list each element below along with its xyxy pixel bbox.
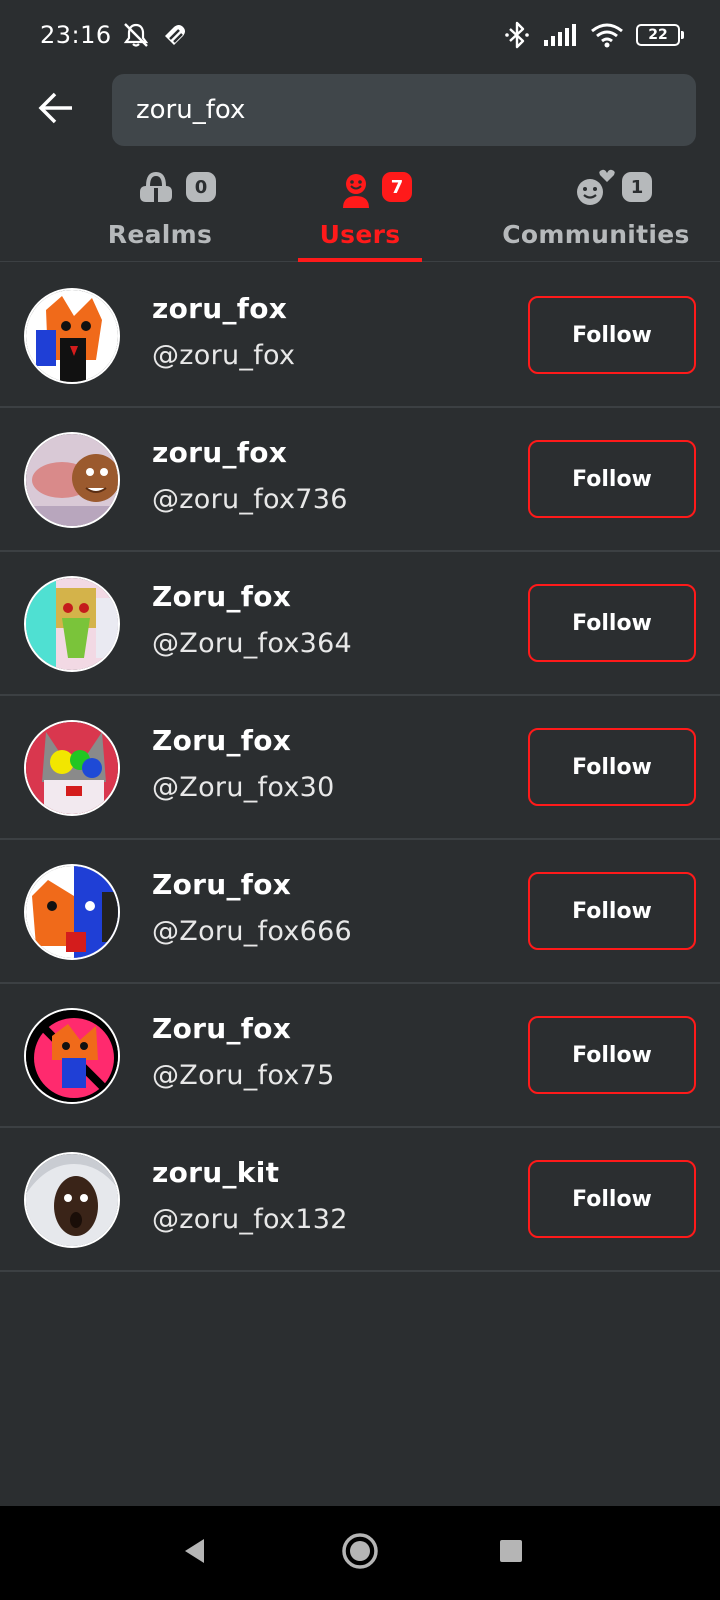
follow-button[interactable]: Follow bbox=[528, 440, 696, 518]
tab-users-label: Users bbox=[319, 220, 401, 249]
user-display-name: Zoru_fox bbox=[152, 724, 292, 757]
follow-button[interactable]: Follow bbox=[528, 1160, 696, 1238]
user-display-name: Zoru_fox bbox=[152, 580, 292, 613]
bluetooth-icon bbox=[504, 20, 530, 50]
user-handle: @Zoru_fox666 bbox=[152, 916, 353, 947]
avatar[interactable] bbox=[24, 432, 120, 528]
search-input[interactable]: zoru_fox bbox=[112, 74, 696, 146]
follow-button[interactable]: Follow bbox=[528, 296, 696, 374]
tab-realms-count: 0 bbox=[186, 172, 216, 202]
list-item[interactable]: zoru_fox @zoru_fox736 Follow bbox=[0, 408, 720, 552]
search-header: zoru_fox bbox=[0, 72, 720, 148]
user-handle: @zoru_fox bbox=[152, 340, 296, 371]
list-item[interactable]: zoru_kit @zoru_fox132 Follow bbox=[0, 1128, 720, 1272]
tab-realms-label: Realms bbox=[107, 220, 213, 249]
realm-bag-icon bbox=[136, 170, 176, 214]
status-bar: 23:16 22 bbox=[0, 0, 720, 70]
back-triangle-icon bbox=[180, 1536, 210, 1570]
community-icon bbox=[574, 168, 618, 212]
user-display-name: zoru_kit bbox=[152, 1156, 280, 1189]
avatar[interactable] bbox=[24, 864, 120, 960]
back-button[interactable] bbox=[0, 72, 112, 148]
nav-back-button[interactable] bbox=[170, 1528, 220, 1578]
status-time: 23:16 bbox=[40, 21, 112, 49]
avatar[interactable] bbox=[24, 1008, 120, 1104]
user-display-name: Zoru_fox bbox=[152, 868, 292, 901]
list-item[interactable]: Zoru_fox @Zoru_fox666 Follow bbox=[0, 840, 720, 984]
user-handle: @zoru_fox736 bbox=[152, 484, 348, 515]
avatar[interactable] bbox=[24, 1152, 120, 1248]
user-handle: @Zoru_fox364 bbox=[152, 628, 353, 659]
mute-icon bbox=[122, 21, 150, 49]
user-display-name: zoru_fox bbox=[152, 292, 288, 325]
tab-users[interactable]: 7 Users bbox=[298, 166, 422, 262]
follow-button[interactable]: Follow bbox=[528, 728, 696, 806]
tab-realms[interactable]: 0 Realms bbox=[98, 166, 222, 262]
system-nav-bar bbox=[0, 1506, 720, 1600]
list-item[interactable]: Zoru_fox @Zoru_fox364 Follow bbox=[0, 552, 720, 696]
nav-recents-button[interactable] bbox=[486, 1528, 536, 1578]
home-circle-icon bbox=[340, 1531, 380, 1575]
user-handle: @Zoru_fox75 bbox=[152, 1060, 335, 1091]
nav-home-button[interactable] bbox=[335, 1528, 385, 1578]
user-icon bbox=[340, 172, 372, 212]
user-handle: @Zoru_fox30 bbox=[152, 772, 335, 803]
list-item[interactable]: zoru_fox @zoru_fox Follow bbox=[0, 264, 720, 408]
tab-communities-label: Communities bbox=[502, 220, 690, 249]
arrow-left-icon bbox=[38, 92, 74, 128]
follow-button[interactable]: Follow bbox=[528, 872, 696, 950]
list-item[interactable]: Zoru_fox @Zoru_fox30 Follow bbox=[0, 696, 720, 840]
follow-button[interactable]: Follow bbox=[528, 584, 696, 662]
tab-communities-count: 1 bbox=[622, 172, 652, 202]
user-results-list: zoru_fox @zoru_fox Follow zoru_fox @zoru… bbox=[0, 264, 720, 1272]
user-handle: @zoru_fox132 bbox=[152, 1204, 348, 1235]
tab-users-count: 7 bbox=[382, 172, 412, 202]
search-tabs: 0 Realms 7 Users 1 Communities bbox=[0, 166, 720, 262]
tab-communities[interactable]: 1 Communities bbox=[502, 166, 689, 262]
battery-icon: 22 bbox=[636, 24, 684, 46]
user-display-name: Zoru_fox bbox=[152, 1012, 292, 1045]
recents-square-icon bbox=[497, 1537, 525, 1569]
user-display-name: zoru_fox bbox=[152, 436, 288, 469]
follow-button[interactable]: Follow bbox=[528, 1016, 696, 1094]
wifi-icon bbox=[590, 22, 624, 48]
active-tab-indicator bbox=[298, 258, 422, 262]
data-saver-icon bbox=[160, 21, 188, 49]
list-item[interactable]: Zoru_fox @Zoru_fox75 Follow bbox=[0, 984, 720, 1128]
avatar[interactable] bbox=[24, 720, 120, 816]
avatar[interactable] bbox=[24, 576, 120, 672]
avatar[interactable] bbox=[24, 288, 120, 384]
signal-icon bbox=[542, 22, 578, 48]
